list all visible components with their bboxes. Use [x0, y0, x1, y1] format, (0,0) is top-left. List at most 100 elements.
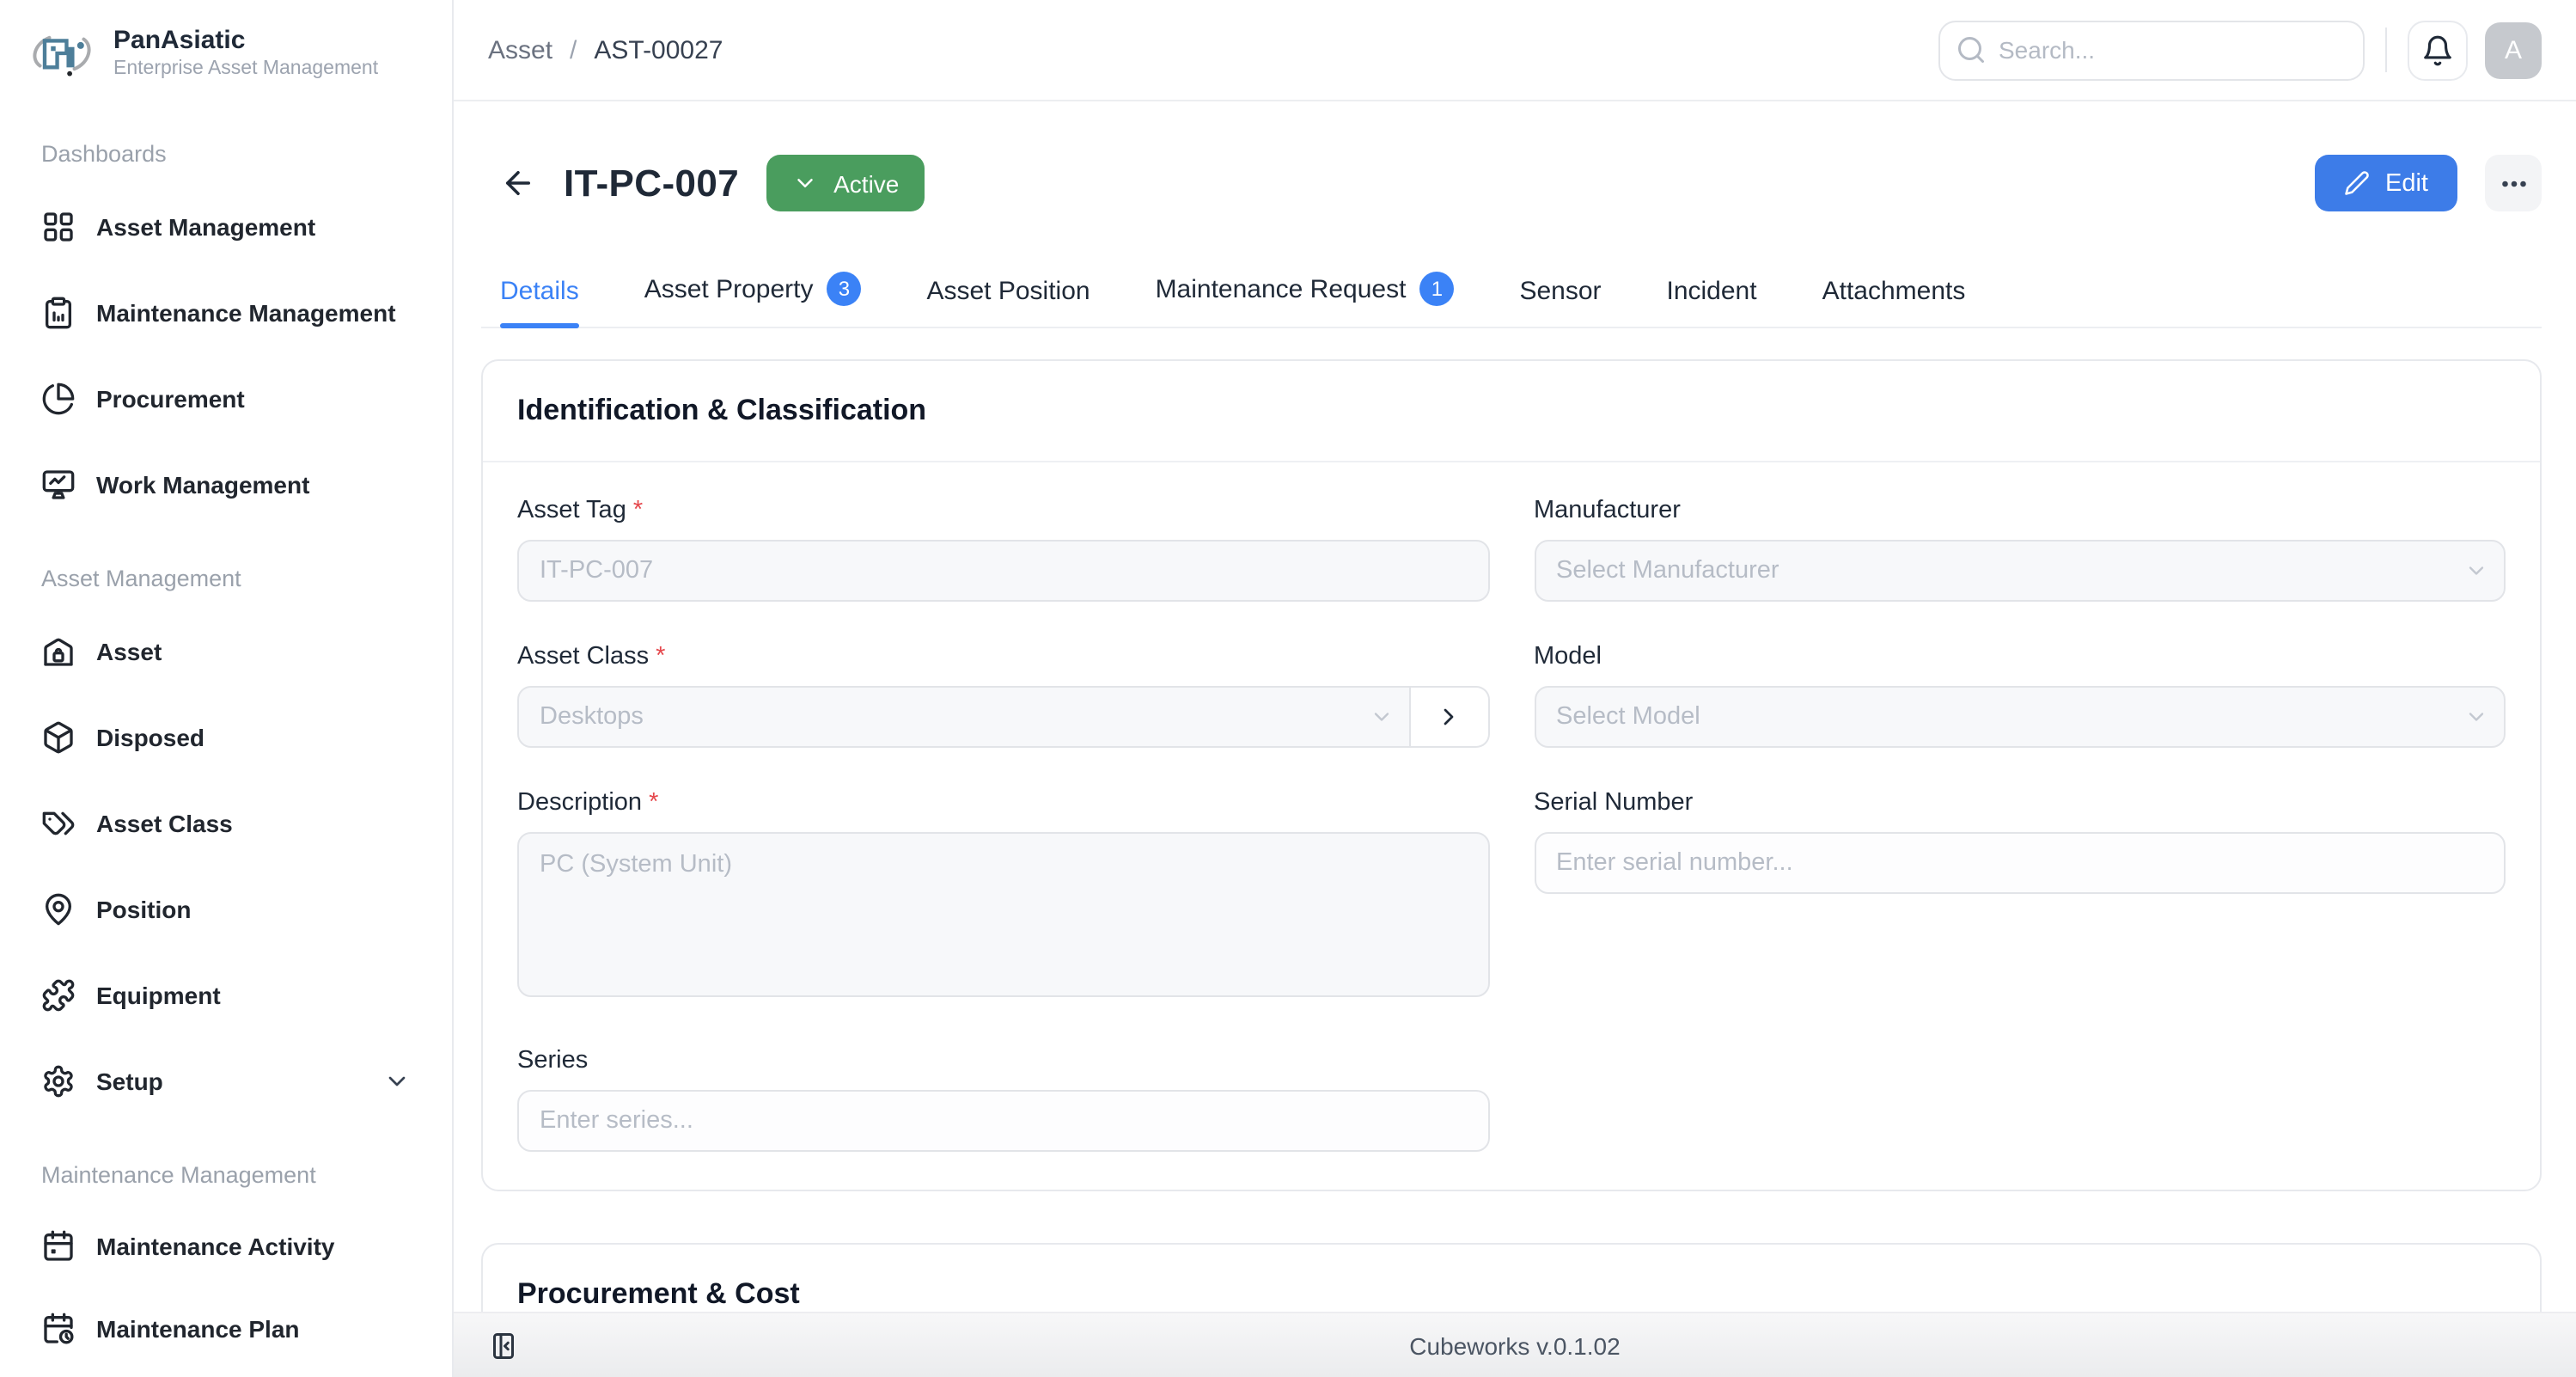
notifications-button[interactable]	[2408, 20, 2468, 80]
brand-tagline: Enterprise Asset Management	[113, 57, 378, 83]
main-area: Asset / AST-00027 A	[454, 0, 2576, 1377]
tab-badge: 1	[1419, 272, 1454, 307]
layout-grid-icon	[41, 210, 76, 244]
sidebar-collapse-button[interactable]	[488, 1330, 519, 1361]
sidebar-item-asset-management-dashboard[interactable]: Asset Management	[0, 184, 452, 270]
calendar-icon	[41, 1229, 76, 1264]
field-label: Description*	[517, 790, 1489, 817]
tab-badge: 3	[827, 272, 861, 307]
asset-class-field: Asset Class*	[517, 644, 1489, 749]
asset-tag-field: Asset Tag*	[517, 498, 1489, 603]
sidebar-item-label: Asset	[96, 638, 162, 665]
tab-label: Asset Property	[644, 275, 814, 304]
sidebar-item-position[interactable]: Position	[0, 866, 452, 952]
tab-label: Incident	[1667, 278, 1757, 307]
breadcrumb-parent[interactable]: Asset	[488, 35, 552, 64]
serial-number-field: Serial Number	[1534, 790, 2506, 895]
model-field: Model	[1534, 644, 2506, 749]
serial-number-input[interactable]	[1534, 833, 2506, 895]
warehouse-icon	[41, 634, 76, 669]
sidebar-item-setup[interactable]: Setup	[0, 1038, 452, 1124]
tab-sensor[interactable]: Sensor	[1519, 264, 1601, 327]
tab-label: Maintenance Request	[1156, 275, 1407, 304]
more-actions-button[interactable]	[2485, 155, 2542, 211]
sidebar: PanAsiatic Enterprise Asset Management D…	[0, 0, 454, 1377]
sidebar-item-asset[interactable]: Asset	[0, 609, 452, 695]
app-version: Cubeworks v.0.1.02	[454, 1331, 2576, 1359]
status-badge: Active	[833, 169, 899, 197]
brand-name: PanAsiatic	[113, 26, 378, 57]
brand[interactable]: PanAsiatic Enterprise Asset Management	[0, 0, 452, 100]
required-marker: *	[649, 790, 658, 817]
panel-left-close-icon	[488, 1330, 519, 1361]
identification-classification-card: Identification & Classification Asset Ta…	[481, 360, 2542, 1192]
sidebar-item-label: Work Management	[96, 471, 309, 499]
back-button[interactable]	[500, 165, 536, 201]
page-content: IT-PC-007 Active Edit	[454, 101, 2576, 1312]
sidebar-item-maintenance-activity[interactable]: Maintenance Activity	[0, 1205, 452, 1288]
status-dropdown-button[interactable]: Active	[766, 155, 925, 211]
sidebar-item-label: Position	[96, 896, 191, 923]
sidebar-item-maintenance-plan[interactable]: Maintenance Plan	[0, 1288, 452, 1370]
asset-tag-input[interactable]	[517, 541, 1489, 603]
manufacturer-select[interactable]	[1534, 541, 2506, 603]
sidebar-item-equipment[interactable]: Equipment	[0, 952, 452, 1038]
asset-class-select[interactable]	[517, 687, 1410, 749]
tab-asset-property[interactable]: Asset Property 3	[644, 259, 862, 327]
sidebar-section-maintenance-management: Maintenance Management	[0, 1162, 452, 1188]
sidebar-item-asset-class[interactable]: Asset Class	[0, 780, 452, 866]
field-label: Asset Class*	[517, 644, 1489, 671]
sidebar-item-label: Disposed	[96, 724, 204, 751]
series-input[interactable]	[517, 1091, 1489, 1153]
sidebar-item-work-management-dashboard[interactable]: Work Management	[0, 442, 452, 528]
tab-details[interactable]: Details	[500, 264, 579, 327]
sidebar-item-maintenance-request[interactable]: Maintenance Request	[0, 1370, 452, 1377]
sidebar-item-label: Equipment	[96, 982, 221, 1009]
bell-icon	[2421, 34, 2454, 66]
sidebar-group-maintenance: Maintenance Management Maintenance Activ…	[0, 1162, 452, 1377]
manufacturer-field: Manufacturer	[1534, 498, 2506, 603]
footer: Cubeworks v.0.1.02	[454, 1312, 2576, 1377]
topbar: Asset / AST-00027 A	[454, 0, 2576, 101]
tab-asset-position[interactable]: Asset Position	[926, 264, 1090, 327]
tags-icon	[41, 806, 76, 841]
sidebar-item-maintenance-management-dashboard[interactable]: Maintenance Management	[0, 270, 452, 356]
description-textarea[interactable]	[517, 833, 1489, 998]
asset-class-open-button[interactable]	[1410, 687, 1489, 749]
tab-label: Asset Position	[926, 278, 1090, 307]
card-title: Procurement & Cost	[483, 1245, 2540, 1312]
sidebar-section-dashboards: Dashboards	[0, 141, 452, 167]
field-label: Model	[1534, 644, 2506, 671]
package-icon	[41, 720, 76, 755]
tab-label: Attachments	[1822, 278, 1966, 307]
tab-label: Details	[500, 278, 579, 307]
monitor-chart-icon	[41, 468, 76, 502]
sidebar-section-asset-management: Asset Management	[0, 566, 452, 591]
model-select[interactable]	[1534, 687, 2506, 749]
app-window: PanAsiatic Enterprise Asset Management D…	[0, 0, 2576, 1377]
sidebar-item-label: Maintenance Plan	[96, 1315, 300, 1343]
sidebar-item-disposed[interactable]: Disposed	[0, 695, 452, 780]
sidebar-item-procurement-dashboard[interactable]: Procurement	[0, 356, 452, 442]
chevron-down-icon	[383, 1068, 411, 1095]
edit-button[interactable]: Edit	[2315, 155, 2457, 211]
sidebar-nav: Dashboards Asset Management Maintenance …	[0, 141, 452, 1377]
series-field: Series	[517, 1048, 1489, 1153]
sidebar-item-label: Setup	[96, 1068, 163, 1095]
field-label: Series	[517, 1048, 1489, 1075]
chevron-down-icon	[792, 170, 818, 196]
calendar-clock-icon	[41, 1312, 76, 1346]
card-body: Asset Tag* Manufacturer	[483, 463, 2540, 1190]
tab-maintenance-request[interactable]: Maintenance Request 1	[1156, 259, 1455, 327]
title-row: IT-PC-007 Active Edit	[481, 101, 2542, 248]
gear-icon	[41, 1064, 76, 1099]
pie-chart-icon	[41, 382, 76, 416]
tab-attachments[interactable]: Attachments	[1822, 264, 1966, 327]
avatar[interactable]: A	[2485, 21, 2542, 78]
search-box	[1938, 20, 2365, 80]
topbar-right: A	[1938, 20, 2542, 80]
sidebar-item-label: Maintenance Management	[96, 299, 396, 327]
search-input[interactable]	[1938, 20, 2365, 80]
chevron-right-icon	[1435, 704, 1462, 731]
tab-incident[interactable]: Incident	[1667, 264, 1757, 327]
